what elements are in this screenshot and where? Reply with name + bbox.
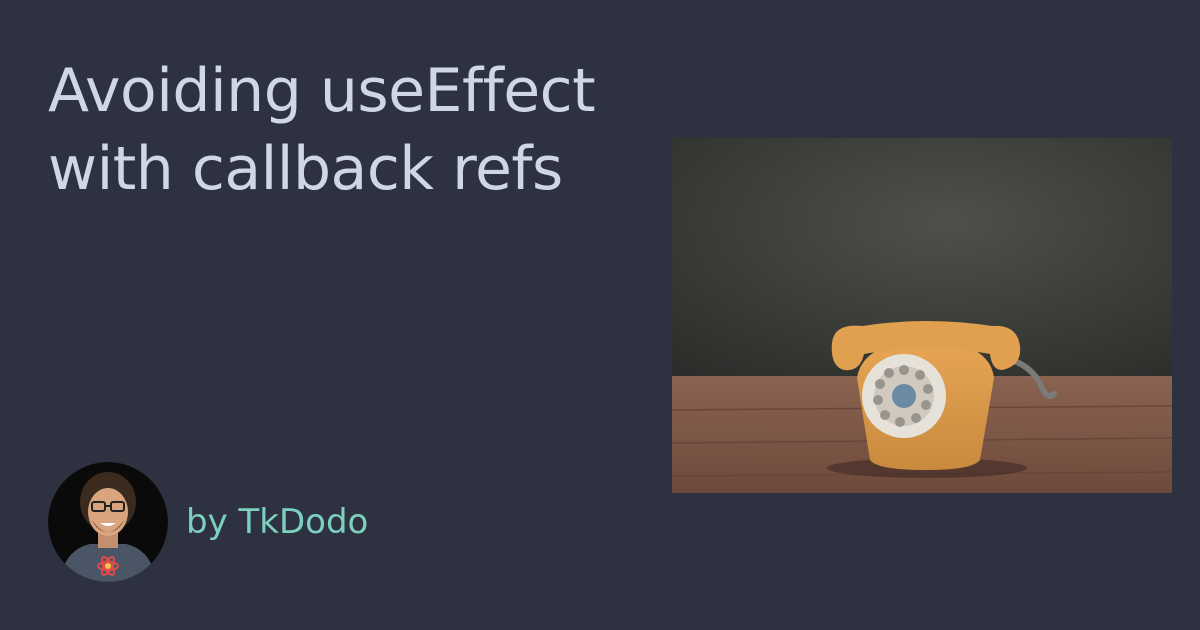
- hero-image: [672, 138, 1172, 493]
- author-block: by TkDodo: [48, 462, 368, 582]
- post-title-line-2: with callback refs: [48, 134, 563, 204]
- author-avatar: [48, 462, 168, 582]
- post-title-line-1: Avoiding useEffect: [48, 56, 596, 126]
- author-byline: by TkDodo: [186, 502, 369, 542]
- post-title: Avoiding useEffect with callback refs: [48, 52, 648, 208]
